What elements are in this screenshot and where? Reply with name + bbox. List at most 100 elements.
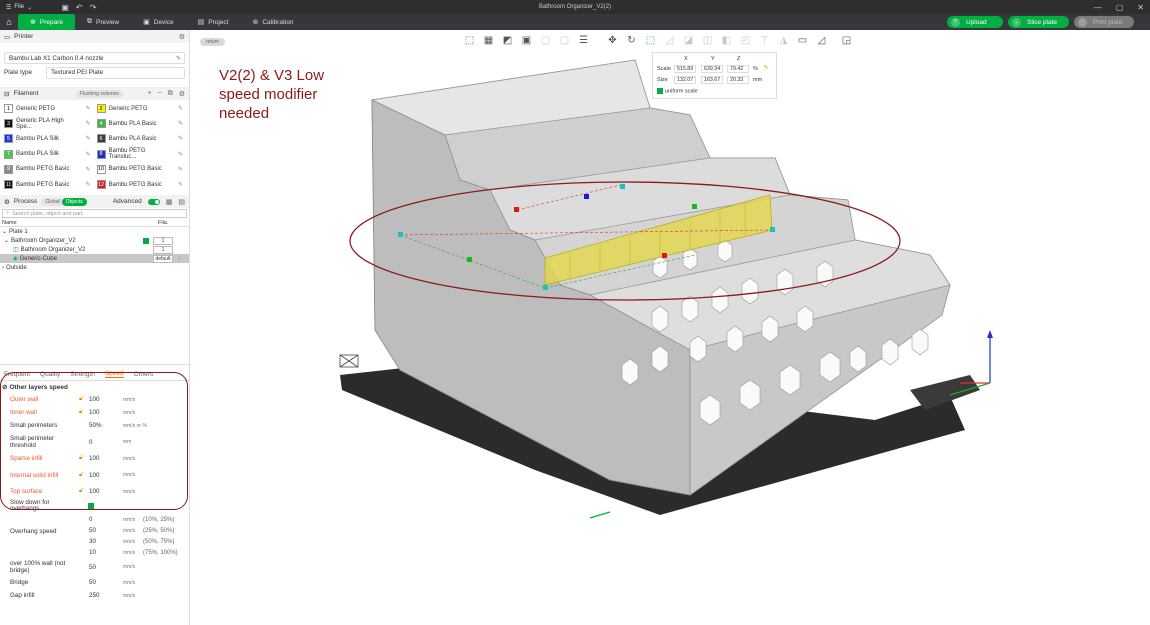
filament-color-swatch[interactable]: 5 <box>4 134 13 144</box>
tab-frequent[interactable]: Frequent <box>4 371 30 378</box>
edit-icon[interactable]: ✎ <box>85 181 90 188</box>
filament-item[interactable]: 7 Bambu PLA Silk ✎ <box>4 148 93 161</box>
redo-icon[interactable]: ↷ <box>86 3 100 12</box>
filament-item[interactable]: 9 Bambu PETG Basic ✎ <box>4 163 93 176</box>
filament-item[interactable]: 5 Bambu PLA Silk ✎ <box>4 132 93 145</box>
unlock-icon[interactable]: 🔓︎ <box>79 409 83 416</box>
gear-icon[interactable]: ⚙ <box>179 90 185 98</box>
edit-icon[interactable]: ✎ <box>85 105 90 112</box>
edit-icon[interactable]: ✎ <box>178 151 183 158</box>
close-icon[interactable]: ✕ <box>1137 3 1144 12</box>
object-filament[interactable]: 1 <box>153 236 173 245</box>
edit-icon[interactable]: ✎ <box>85 166 90 173</box>
flushing-volumes-button[interactable]: Flushing volumes <box>76 89 123 98</box>
unlock-icon[interactable]: 🔓︎ <box>79 455 83 462</box>
printer-select[interactable]: Bambu Lab X1 Carbon 0.4 nozzle ✎ <box>4 52 185 64</box>
setting-input[interactable]: 50% <box>89 422 121 429</box>
filament-color-swatch[interactable]: 9 <box>4 164 13 174</box>
scale-handle-corner[interactable] <box>398 232 403 237</box>
unlock-icon[interactable]: 🔓︎ <box>79 396 83 403</box>
filament-item[interactable]: 10 Bambu PETG Basic ✎ <box>96 163 186 176</box>
global-toggle[interactable]: Global <box>41 197 64 206</box>
setting-input[interactable]: 50 <box>89 527 121 534</box>
setting-input[interactable]: 100 <box>89 409 121 416</box>
chevron-down-icon[interactable]: ⌄ <box>1078 17 1087 27</box>
setting-input[interactable]: 50 <box>89 564 121 571</box>
setting-input[interactable]: 10 <box>89 549 121 556</box>
file-menu[interactable]: ☰ File ⌄ <box>0 4 38 11</box>
home-icon[interactable]: ⌂ <box>0 14 18 30</box>
tree-part[interactable]: ◫ Bathroom Organizer_V2 1 <box>0 245 189 254</box>
filament-item[interactable]: 12 Bambu PETG Basic ✎ <box>96 178 186 191</box>
edit-icon[interactable]: ✎ <box>178 135 183 142</box>
filament-color-swatch[interactable]: 7 <box>4 149 13 159</box>
tree-outside[interactable]: › Outside <box>0 263 189 272</box>
scale-handle-x[interactable] <box>662 253 667 258</box>
setting-input[interactable]: 50 <box>89 579 121 586</box>
tab-project[interactable]: ▤ Project <box>186 14 241 30</box>
slow-down-checkbox[interactable] <box>88 503 94 510</box>
print-plate-button[interactable]: ⌄ Print plate <box>1074 16 1134 28</box>
scale-y-input[interactable]: 639.34 <box>701 65 723 73</box>
edit-icon[interactable]: ✎ <box>176 55 181 62</box>
edit-icon[interactable]: ✎ <box>178 181 183 188</box>
3d-viewport[interactable]: return ⬚ ▦ ◩ ▣ ▢ ▢ ☰ ✥ ↻ ⬚ ◿ ◪ ◫ ◧ ◰ ⊤ ◮… <box>190 30 1150 625</box>
setting-input[interactable]: 0 <box>89 439 121 446</box>
edit-icon[interactable]: ✎ <box>85 151 90 158</box>
setting-input[interactable]: 100 <box>89 488 121 495</box>
object-search-input[interactable]: ⌕ Search plate, object and part. <box>2 209 187 219</box>
advanced-toggle[interactable] <box>147 198 160 205</box>
filament-item[interactable]: 2 Generic PETG ✎ <box>96 102 186 115</box>
tab-calibration[interactable]: ⊛ Calibration <box>240 14 305 30</box>
setting-input[interactable]: 100 <box>89 396 121 403</box>
setting-input[interactable]: 30 <box>89 538 121 545</box>
save-preset-icon[interactable]: ▤ <box>178 198 185 206</box>
uniform-scale-checkbox[interactable] <box>657 88 663 94</box>
unlock-icon[interactable]: 🔓︎ <box>79 472 83 479</box>
add-icon[interactable]: + <box>148 90 152 97</box>
tab-preview[interactable]: ⧉ Preview <box>75 14 131 30</box>
setting-input[interactable]: 100 <box>89 472 121 479</box>
remove-icon[interactable]: − <box>158 90 162 97</box>
filament-item[interactable]: 6 Bambu PLA Basic ✎ <box>96 132 186 145</box>
scale-handle-corner[interactable] <box>770 227 775 232</box>
upload-button[interactable]: ⤒ Upload <box>947 16 1003 28</box>
size-z-input[interactable]: 20.33 <box>727 76 749 84</box>
size-x-input[interactable]: 132.07 <box>674 76 696 84</box>
tree-modifier[interactable]: ◈ Generic-Cube default ▪ <box>0 254 189 264</box>
part-filament[interactable]: 1 <box>153 245 173 254</box>
tab-quality[interactable]: Quality <box>40 371 60 378</box>
minimize-icon[interactable]: — <box>1094 3 1102 12</box>
tree-plate[interactable]: ⌄ Plate 1 <box>0 227 189 236</box>
modifier-filament[interactable]: default <box>153 254 173 263</box>
edit-icon[interactable]: ✎ <box>85 120 90 127</box>
edit-icon[interactable]: ✎ <box>85 135 90 142</box>
edit-icon[interactable]: ✎ <box>178 166 183 173</box>
save-icon[interactable]: ▣ <box>58 3 72 12</box>
filament-color-swatch[interactable]: 4 <box>96 119 106 129</box>
filament-item[interactable]: 11 Bambu PETG Basic ✎ <box>4 178 93 191</box>
scale-z-input[interactable]: 79.42 <box>727 65 749 73</box>
compare-icon[interactable]: ▦ <box>166 198 173 206</box>
setting-input[interactable]: 250 <box>89 592 121 599</box>
setting-input[interactable]: 100 <box>89 455 121 462</box>
tab-device[interactable]: ▣ Device <box>131 14 186 30</box>
chevron-down-icon[interactable]: ⌄ <box>1012 17 1021 27</box>
filament-color-swatch[interactable]: 8 <box>96 149 106 159</box>
tab-strength[interactable]: Strength <box>70 371 95 378</box>
filament-color-swatch[interactable]: 10 <box>96 164 106 174</box>
scale-handle-y[interactable] <box>467 257 472 262</box>
plate-type-select[interactable]: Textured PEI Plate <box>46 66 185 79</box>
filament-item[interactable]: 3 Generic PLA High Spe... ✎ <box>4 117 93 130</box>
filament-item[interactable]: 4 Bambu PLA Basic ✎ <box>96 117 186 130</box>
slice-plate-button[interactable]: ⌄ Slice plate <box>1008 16 1069 28</box>
scale-handle-corner[interactable] <box>620 184 625 189</box>
object-checkbox[interactable] <box>143 237 149 244</box>
filament-color-swatch[interactable]: 3 <box>4 119 13 129</box>
filament-color-swatch[interactable]: 1 <box>4 104 13 114</box>
filament-item[interactable]: 1 Generic PETG ✎ <box>4 102 93 115</box>
scale-x-input[interactable]: 515.89 <box>674 65 696 73</box>
settings-icon[interactable]: ▪ <box>178 256 180 262</box>
edit-icon[interactable]: ✎ <box>178 105 183 112</box>
scale-handle-y[interactable] <box>692 204 697 209</box>
